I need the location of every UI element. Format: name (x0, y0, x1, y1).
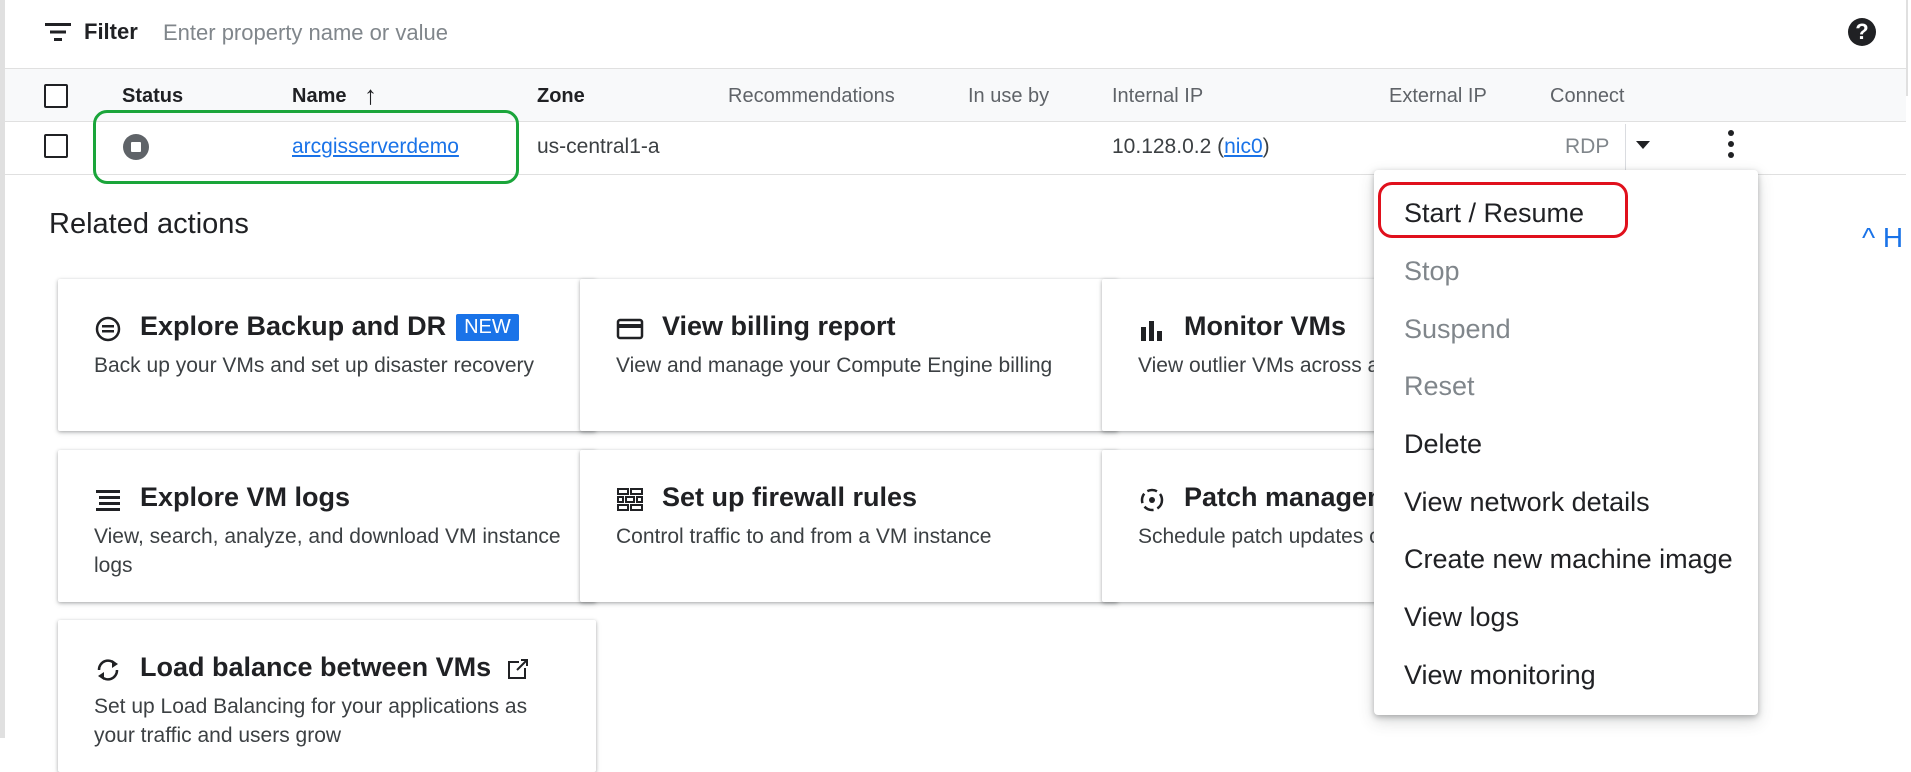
card-desc: Set up Load Balancing for your applicati… (94, 695, 528, 747)
menu-item-view-monitoring[interactable]: View monitoring (1404, 660, 1596, 691)
card-desc: Back up your VMs and set up disaster rec… (94, 354, 535, 377)
menu-item-delete[interactable]: Delete (1404, 429, 1482, 460)
new-badge: NEW (456, 314, 519, 342)
menu-item-reset[interactable]: Reset (1404, 371, 1475, 402)
rdp-button[interactable]: RDP (1565, 135, 1609, 159)
column-status[interactable]: Status (122, 85, 183, 108)
filter-bar: Filter ? (5, 0, 1906, 69)
related-actions-title: Related actions (49, 208, 249, 240)
start-resume-highlight (1378, 182, 1628, 238)
nic-link[interactable]: nic0 (1224, 135, 1263, 158)
menu-item-suspend[interactable]: Suspend (1404, 314, 1511, 345)
more-vert-icon[interactable] (1726, 130, 1736, 164)
column-zone[interactable]: Zone (537, 85, 585, 108)
card-title: View billing report (662, 311, 896, 341)
card-desc: View, search, analyze, and download VM i… (94, 525, 561, 577)
help-icon[interactable]: ? (1848, 18, 1876, 46)
instance-zone: us-central1-a (537, 135, 660, 158)
connect-divider (1625, 124, 1626, 170)
patch-icon (1140, 488, 1164, 512)
filter-icon[interactable] (45, 22, 71, 42)
chevron-down-icon[interactable] (1636, 141, 1650, 149)
internal-ip-suffix: ) (1262, 135, 1270, 158)
card-title: Set up firewall rules (662, 482, 918, 512)
card-desc: View and manage your Compute Engine bill… (616, 354, 1053, 377)
filter-label: Filter (84, 19, 138, 44)
card-billing[interactable]: View billing report View and manage your… (580, 279, 1118, 431)
card-desc: Control traffic to and from a VM instanc… (616, 525, 992, 548)
menu-item-create-machine-image[interactable]: Create new machine image (1404, 544, 1733, 575)
card-firewall[interactable]: Set up firewall rules Control traffic to… (580, 450, 1118, 602)
bar-chart-icon (1141, 321, 1162, 341)
firewall-icon (617, 488, 643, 511)
column-internal-ip[interactable]: Internal IP (1112, 85, 1203, 108)
card-title: Monitor VMs (1184, 311, 1346, 341)
sync-icon (97, 659, 119, 681)
menu-item-stop[interactable]: Stop (1404, 256, 1460, 287)
column-recommendations[interactable]: Recommendations (728, 85, 895, 108)
card-vm-logs[interactable]: Explore VM logs View, search, analyze, a… (58, 450, 596, 602)
external-link-icon (507, 657, 529, 679)
internal-ip-value: 10.128.0.2 ( (1112, 135, 1225, 158)
menu-item-view-network-details[interactable]: View network details (1404, 487, 1650, 518)
column-name[interactable]: Name (292, 85, 346, 108)
instance-actions-menu: Start / Resume Stop Suspend Reset Delete… (1374, 170, 1758, 715)
billing-card-icon (616, 318, 644, 340)
internal-ip: 10.128.0.2 (nic0) (1112, 135, 1270, 159)
card-backup-dr[interactable]: Explore Backup and DR NEW Back up your VM… (58, 279, 596, 431)
instance-highlight (93, 110, 519, 184)
card-load-balance[interactable]: Load balance between VMs Set up Load Bal… (58, 620, 596, 772)
card-title: Patch managem (1184, 482, 1392, 512)
card-title: Explore VM logs (140, 482, 351, 512)
menu-item-view-logs[interactable]: View logs (1404, 602, 1519, 633)
filter-input[interactable] (161, 14, 765, 52)
row-checkbox[interactable] (44, 134, 68, 158)
right-edge (1906, 0, 1908, 96)
column-external-ip[interactable]: External IP (1389, 85, 1487, 108)
backup-icon (95, 316, 121, 342)
card-title: Explore Backup and DR NEW (140, 311, 519, 342)
column-in-use-by[interactable]: In use by (968, 85, 1049, 108)
column-connect: Connect (1550, 85, 1625, 107)
logs-icon (96, 490, 120, 511)
sort-ascending-icon[interactable]: ↑ (364, 80, 377, 111)
select-all-checkbox[interactable] (44, 84, 68, 108)
collapse-toggle[interactable]: ^ H (1862, 222, 1903, 254)
card-title: Load balance between VMs (140, 652, 529, 683)
